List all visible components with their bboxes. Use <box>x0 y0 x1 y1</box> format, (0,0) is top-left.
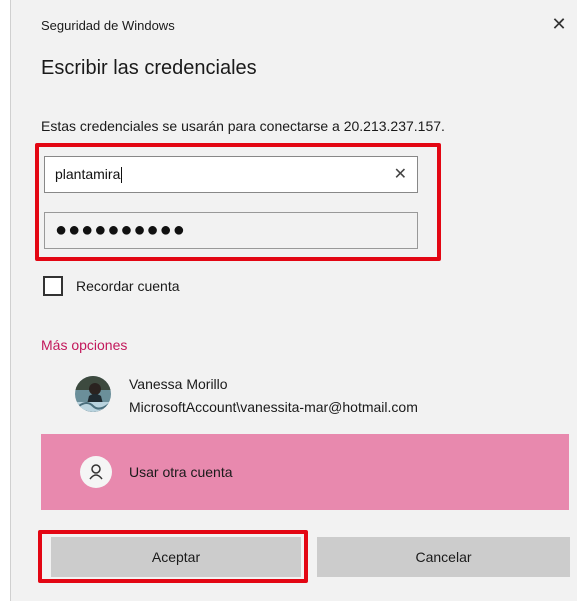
username-field[interactable]: plantamira ✕ <box>44 156 418 193</box>
dialog-description: Estas credenciales se usarán para conect… <box>41 118 445 134</box>
remember-label[interactable]: Recordar cuenta <box>76 278 180 294</box>
use-other-account-label: Usar otra cuenta <box>129 464 233 480</box>
avatar-photo-icon <box>75 376 111 412</box>
clear-icon[interactable]: ✕ <box>394 157 407 192</box>
cancel-button[interactable]: Cancelar <box>317 537 570 577</box>
more-options-link[interactable]: Más opciones <box>41 337 127 353</box>
password-field[interactable]: ●●●●●●●●●● <box>44 212 418 249</box>
window-title: Seguridad de Windows <box>41 18 175 33</box>
avatar <box>75 376 111 412</box>
account-name: Vanessa Morillo <box>129 376 228 392</box>
ok-highlight-box <box>38 530 308 583</box>
dialog-heading: Escribir las credenciales <box>41 57 257 79</box>
password-masked-value: ●●●●●●●●●● <box>55 219 186 241</box>
credentials-dialog: Seguridad de Windows ✕ Escribir las cred… <box>10 0 577 601</box>
account-option[interactable]: Vanessa Morillo MicrosoftAccount\vanessi… <box>71 372 551 420</box>
text-caret <box>121 167 123 184</box>
username-value: plantamira <box>55 166 121 182</box>
remember-checkbox[interactable] <box>43 276 63 296</box>
person-icon <box>80 456 112 488</box>
use-other-account-option[interactable]: Usar otra cuenta <box>41 434 569 510</box>
close-icon[interactable]: ✕ <box>549 14 569 34</box>
account-email: MicrosoftAccount\vanessita-mar@hotmail.c… <box>129 399 418 415</box>
